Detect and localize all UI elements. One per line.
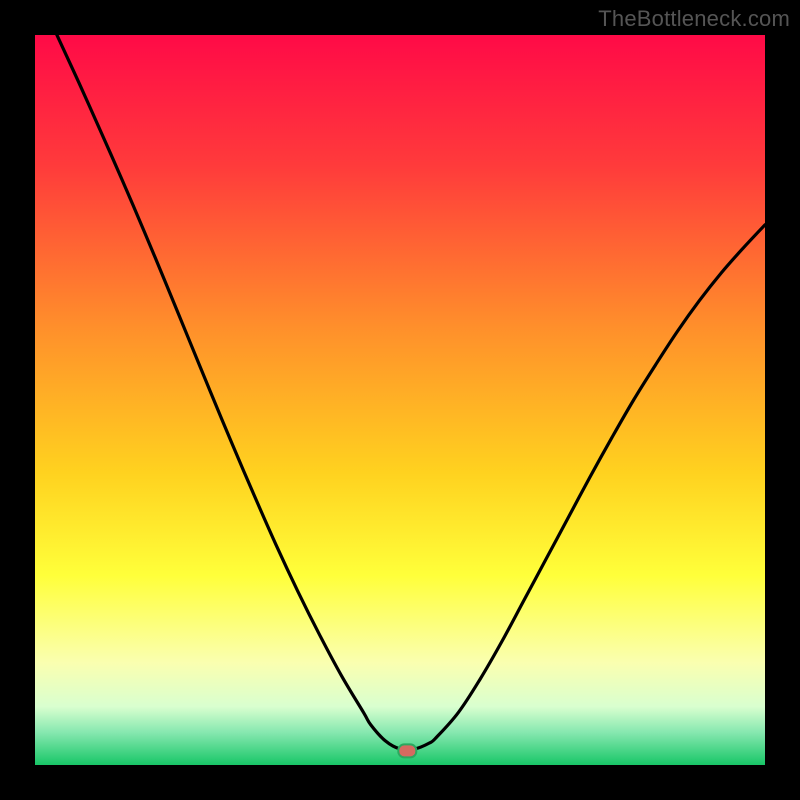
min-marker <box>398 744 416 757</box>
watermark-text: TheBottleneck.com <box>598 6 790 32</box>
gradient-background <box>35 35 765 765</box>
chart-svg <box>35 35 765 765</box>
plot-area <box>35 35 765 765</box>
chart-frame: TheBottleneck.com <box>0 0 800 800</box>
